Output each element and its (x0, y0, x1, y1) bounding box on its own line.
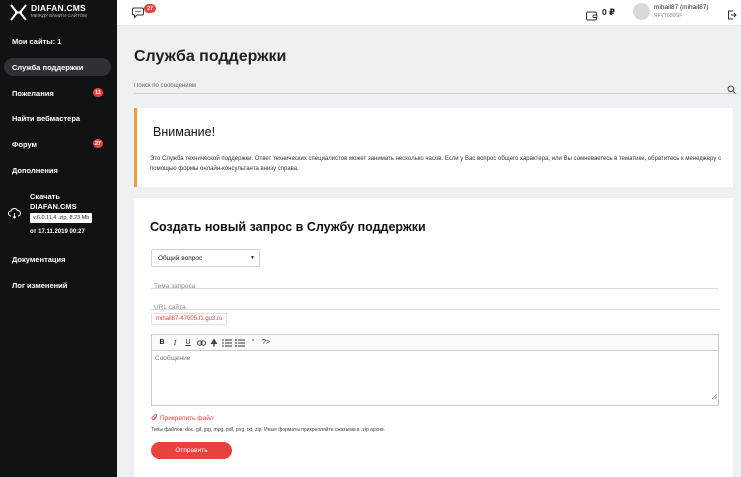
sidebar: DIAFAN.CMS МЕЖДУ ВАМИ И САЙТОМ Мои сайты… (0, 0, 117, 477)
page-title: Служба поддержки (134, 48, 287, 65)
message-textarea[interactable] (155, 355, 711, 400)
submit-button[interactable]: Отправить (151, 442, 232, 459)
logout-icon[interactable] (727, 7, 737, 25)
download-title: Скачать DIAFAN.CMS (30, 192, 77, 211)
sidebar-item-addons[interactable]: Дополнения (4, 161, 111, 179)
numbered-list-icon[interactable] (234, 337, 246, 349)
sidebar-item-changelog[interactable]: Лог изменений (4, 276, 111, 294)
file-types-hint: Типы файлов: doc, gif, jpg, mpg, pdf, pn… (151, 427, 385, 433)
balance[interactable]: 0 ₽ (602, 7, 615, 18)
search-input[interactable] (134, 80, 714, 92)
attach-file-link[interactable]: Прикрепить файл (151, 414, 214, 423)
caret-down-icon: ▼ (250, 255, 255, 261)
sidebar-item-label: Пожелания (12, 88, 54, 98)
form-title: Создать новый запрос в Службу поддержки (150, 220, 426, 234)
forum-count-badge: 27 (92, 139, 103, 148)
sidebar-item-find-webmaster[interactable]: Найти вебмастера (4, 109, 111, 127)
sidebar-item-forum[interactable]: Форум 27 (4, 135, 111, 153)
code-button[interactable]: ?> (260, 337, 272, 349)
logo-title: DIAFAN.CMS (31, 3, 86, 13)
quote-button[interactable]: “ (247, 337, 259, 349)
wishes-count-badge: 11 (93, 88, 103, 97)
bulleted-list-icon[interactable] (221, 337, 233, 349)
link-icon[interactable] (195, 337, 207, 349)
topbar: 27 0 ₽ mihail87 (mihail87) RFVT680GF (117, 0, 741, 26)
subject-input[interactable] (151, 280, 719, 293)
new-request-form: Создать новый запрос в Службу поддержки … (134, 198, 733, 477)
site-url-input[interactable] (151, 301, 719, 314)
message-editor: B I U “ ?> (151, 334, 719, 406)
url-field-wrap (151, 296, 719, 314)
attach-file-label: Прикрепить файл (160, 415, 214, 422)
user-name[interactable]: mihail87 (mihail87) (654, 4, 709, 11)
sidebar-item-label: Служба поддержки (12, 62, 84, 72)
sidebar-item-my-sites[interactable]: Мои сайты: 1 (4, 32, 111, 50)
editor-toolbar: B I U “ ?> (152, 335, 718, 351)
spoiler-icon[interactable] (208, 337, 220, 349)
bold-button[interactable]: B (156, 337, 168, 349)
sidebar-item-support[interactable]: Служба поддержки (4, 58, 111, 76)
resize-grip-icon[interactable] (711, 386, 718, 404)
attention-notice: Внимание! Это Служба технической поддерж… (134, 108, 733, 187)
subject-field-wrap (151, 275, 719, 293)
wallet-icon[interactable] (586, 8, 598, 26)
sidebar-item-docs[interactable]: Документация (4, 250, 111, 268)
messages-count-badge: 27 (144, 4, 157, 13)
paperclip-icon (151, 414, 158, 423)
search-bar (134, 80, 738, 94)
sidebar-item-label: Мои сайты: 1 (12, 36, 62, 46)
underline-button[interactable]: U (182, 337, 194, 349)
logo-subtitle: МЕЖДУ ВАМИ И САЙТОМ (31, 12, 87, 18)
category-selected-value: Общий вопрос (158, 254, 203, 262)
site-tag[interactable]: mihail87-47605.f1.gu3.ru (151, 313, 228, 325)
cloud-download-icon (8, 206, 21, 224)
category-select[interactable]: Общий вопрос ▼ (151, 249, 260, 267)
search-icon[interactable] (727, 81, 736, 99)
sidebar-item-label: Лог изменений (12, 280, 68, 290)
user-id: RFVT680GF (654, 13, 683, 19)
sidebar-item-label: Дополнения (12, 165, 58, 175)
sidebar-item-label: Документация (12, 254, 66, 264)
avatar[interactable] (633, 3, 650, 20)
download-version: v.6.0.11.4 .zip, 8.23 Mb (30, 213, 93, 223)
diafan-logo-icon (10, 4, 27, 21)
italic-button[interactable]: I (169, 337, 181, 349)
notice-text: Это Служба технической поддержки. Ответ … (150, 156, 722, 172)
notice-title: Внимание! (153, 125, 216, 139)
logo[interactable]: DIAFAN.CMS МЕЖДУ ВАМИ И САЙТОМ (10, 4, 87, 21)
sidebar-item-label: Найти вебмастера (12, 113, 81, 123)
sidebar-item-wishes[interactable]: Пожелания 11 (4, 84, 111, 102)
sidebar-item-label: Форум (12, 139, 38, 149)
download-date: от 17.11.2019 00:27 (30, 229, 85, 235)
